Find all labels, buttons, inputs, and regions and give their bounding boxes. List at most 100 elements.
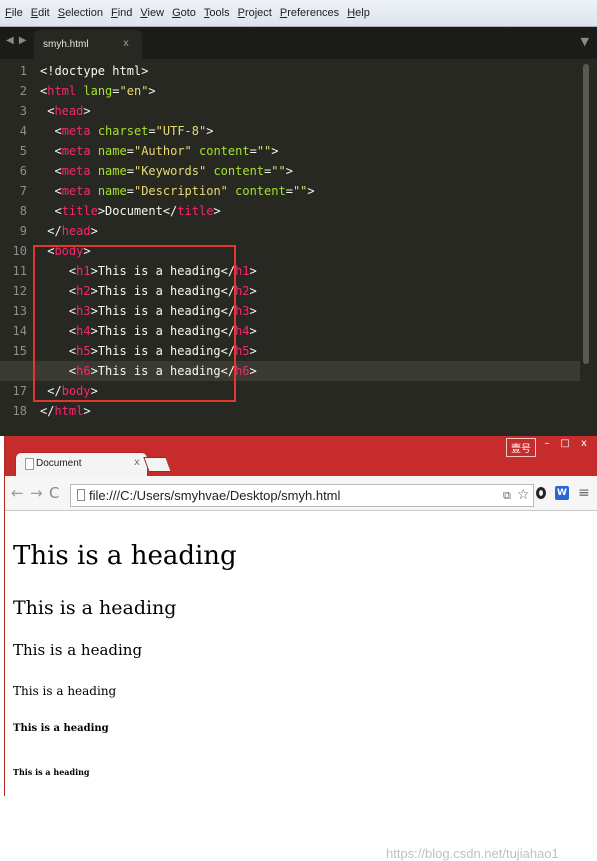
code-token: "" [271,164,286,178]
code-token: = [285,184,293,198]
menu-goto[interactable]: Goto [172,7,196,19]
code-token: > [213,204,221,218]
line-number: 8 [19,204,27,218]
code-token: meta [61,144,91,158]
translate-icon[interactable]: ⧉ [503,489,511,503]
menu-help[interactable]: Help [347,7,370,19]
code-token: >Document</ [97,204,178,218]
code-token: > [249,264,257,278]
menu-find[interactable]: Find [111,7,132,19]
editor-scrollbar[interactable] [583,64,589,364]
code-token: "" [256,144,272,158]
code-token: <!doctype html> [40,64,149,78]
new-tab-button[interactable] [143,457,172,472]
code-token: h6 [235,364,250,378]
code-token: "Keywords" [133,164,207,178]
browser-window: 壹号 – □ x Document x ← → C file:///C:/Use… [4,436,597,861]
code-token: html [47,84,77,98]
body-highlight-annotation [33,245,236,402]
watermark: https://blog.csdn.net/tujiahao1 [386,846,559,861]
editor-tab-label: smyh.html [43,39,89,50]
page-content: This is a heading This is a heading This… [5,511,597,861]
code-token: h5 [235,344,250,358]
code-token: name [97,164,127,178]
url-text[interactable]: file:///C:/Users/smyhvae/Desktop/smyh.ht… [89,488,340,503]
opera-extension-icon[interactable] [536,487,546,499]
browser-menu-icon[interactable]: ≡ [578,485,590,501]
code-token: > [206,124,214,138]
code-token: charset [97,124,149,138]
menu-project[interactable]: Project [238,7,272,19]
code-token: = [112,84,120,98]
code-token: = [126,164,134,178]
code-token: < [40,164,62,178]
menu-view[interactable]: View [140,7,164,19]
code-token: > [90,224,98,238]
browser-titlebar: 壹号 – □ x Document x [5,436,597,476]
heading-h3: This is a heading [13,641,143,659]
line-number: 17 [12,384,27,398]
back-button[interactable]: ← [11,484,24,502]
code-token: = [126,144,134,158]
code-token: name [97,144,127,158]
line-number: 18 [12,404,27,418]
editor-tab-close-icon[interactable]: x [123,38,129,49]
code-token: = [249,144,257,158]
code-token: > [249,324,257,338]
code-token: h2 [235,284,250,298]
code-token: > [249,304,257,318]
menu-preferences[interactable]: Preferences [280,7,339,19]
code-token: h1 [235,264,250,278]
tab-nav-arrows-icon[interactable]: ◀ ▶ [6,35,28,46]
code-token: content [199,144,250,158]
menu-edit[interactable]: Edit [31,7,50,19]
page-icon [77,489,85,501]
address-bar[interactable]: file:///C:/Users/smyhvae/Desktop/smyh.ht… [70,484,534,507]
code-token: "Description" [133,184,228,198]
code-token: h3 [235,304,250,318]
reload-button[interactable]: C [49,484,59,502]
code-token: < [40,144,62,158]
browser-tab-title: Document [36,458,82,469]
maximize-button[interactable]: □ [555,437,575,452]
forward-button[interactable]: → [30,484,43,502]
bookmark-star-icon[interactable]: ☆ [517,487,530,503]
editor-tabbar: ◀ ▶ smyh.html x ▼ [0,27,597,59]
code-token: > [83,104,91,118]
heading-h6: This is a heading [13,767,90,777]
code-line: <meta name="Keywords" content=""> [40,161,580,181]
minimize-button[interactable]: – [537,437,557,452]
menu-file[interactable]: File [5,7,23,19]
heading-h5: This is a heading [13,723,109,734]
browser-toolbar: ← → C file:///C:/Users/smyhvae/Desktop/s… [5,476,597,511]
code-token: = [148,124,156,138]
code-token: > [83,404,91,418]
code-token: "Author" [133,144,192,158]
tab-overflow-chevron-icon[interactable]: ▼ [581,35,589,48]
line-number: 3 [19,104,27,118]
menu-selection[interactable]: Selection [58,7,103,19]
code-token: > [285,164,293,178]
line-number: 5 [19,144,27,158]
code-token: < [40,204,62,218]
browser-tab-close-icon[interactable]: x [134,457,140,468]
code-token: > [148,84,156,98]
code-token: > [307,184,315,198]
heading-h2: This is a heading [13,597,177,619]
close-window-button[interactable]: x [573,437,595,452]
browser-tab-document[interactable]: Document x [15,452,148,476]
code-token: = [126,184,134,198]
code-token: head [54,104,84,118]
word-extension-icon[interactable]: W [555,486,569,500]
line-number: 13 [12,304,27,318]
code-token: head [61,224,91,238]
ime-badge[interactable]: 壹号 [506,438,536,457]
line-number: 12 [12,284,27,298]
line-number: 10 [12,244,27,258]
menu-tools[interactable]: Tools [204,7,230,19]
line-number: 2 [19,84,27,98]
editor-tab-smyh-html[interactable]: smyh.html x [34,30,142,59]
